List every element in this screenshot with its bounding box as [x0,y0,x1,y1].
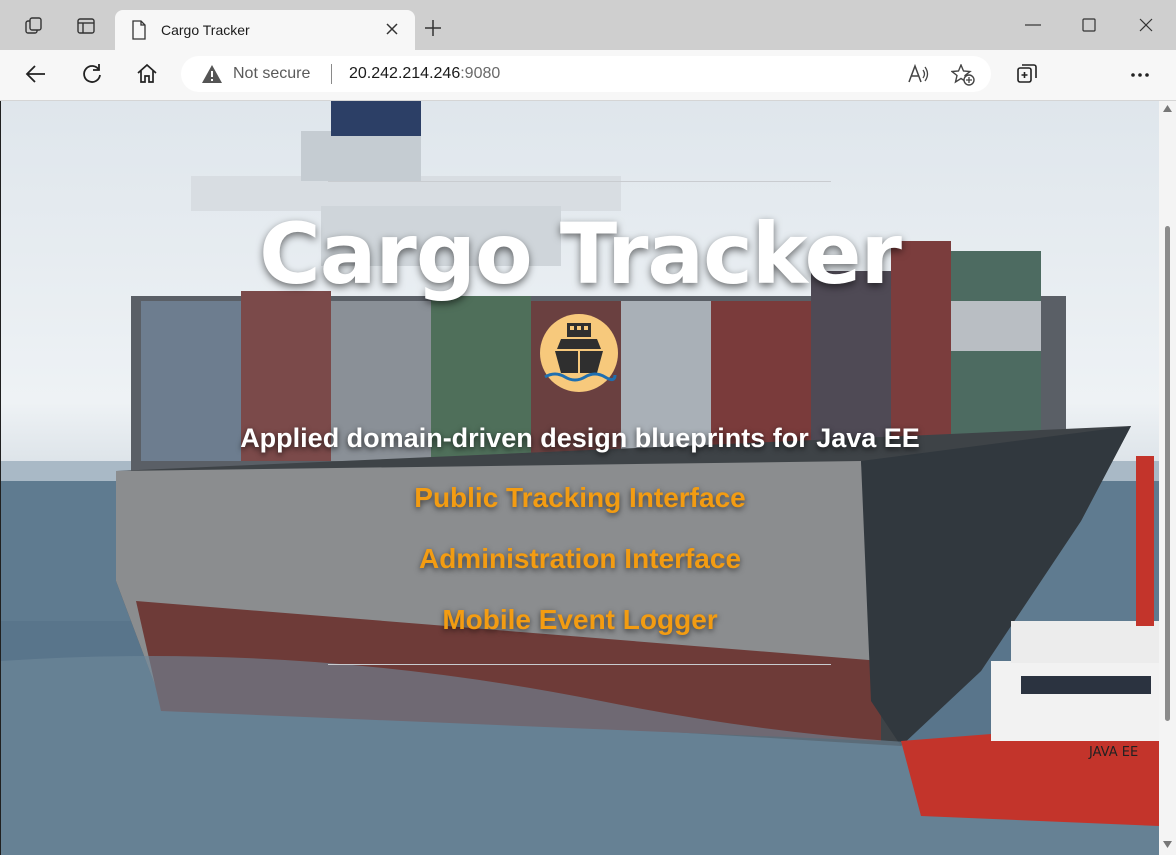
read-aloud-icon[interactable] [907,64,929,84]
minimize-icon[interactable] [1025,24,1041,26]
page-icon [132,20,146,40]
back-icon[interactable] [24,62,48,86]
mobile-event-logger-link[interactable]: Mobile Event Logger [1,604,1159,636]
url-text[interactable]: 20.242.214.246:9080 [349,65,500,83]
warning-icon[interactable] [201,64,223,84]
scroll-up-icon[interactable] [1163,105,1172,112]
scrollbar-thumb[interactable] [1165,226,1170,721]
vertical-scrollbar[interactable] [1159,101,1176,855]
refresh-icon[interactable] [80,62,104,86]
workspaces-icon[interactable] [24,16,44,36]
url-host: 20.242.214.246 [349,65,461,82]
close-tab-icon[interactable] [385,22,399,36]
tab-title: Cargo Tracker [161,22,250,38]
url-port: :9080 [460,65,501,82]
administration-link[interactable]: Administration Interface [1,543,1159,575]
bottom-divider [328,664,831,665]
tug-label: JAVA EE [1088,745,1138,760]
close-window-icon[interactable] [1139,18,1153,32]
home-icon[interactable] [135,62,159,86]
new-tab-icon[interactable] [424,19,442,37]
address-separator [331,64,332,84]
favorites-add-icon[interactable] [951,64,975,86]
page-viewport: JAVA EE Cargo Tracker Applied domain-dri… [1,101,1159,855]
active-tab[interactable]: Cargo Tracker [115,10,415,50]
security-label[interactable]: Not secure [233,65,310,83]
browser-toolbar: Not secure 20.242.214.246:9080 [0,50,1176,101]
collections-icon[interactable] [1015,62,1039,86]
tab-strip: Cargo Tracker [0,0,1176,50]
more-options-icon[interactable] [1130,72,1150,78]
address-bar[interactable]: Not secure 20.242.214.246:9080 [181,56,991,92]
maximize-icon[interactable] [1082,18,1096,32]
page-title: Cargo Tracker [259,205,902,303]
ship-logo-icon [540,314,618,392]
scroll-down-icon[interactable] [1163,841,1172,848]
page-subtitle: Applied domain-driven design blueprints … [240,423,920,453]
vertical-tabs-icon[interactable] [76,16,96,36]
top-divider [328,181,831,182]
public-tracking-link[interactable]: Public Tracking Interface [1,482,1159,514]
